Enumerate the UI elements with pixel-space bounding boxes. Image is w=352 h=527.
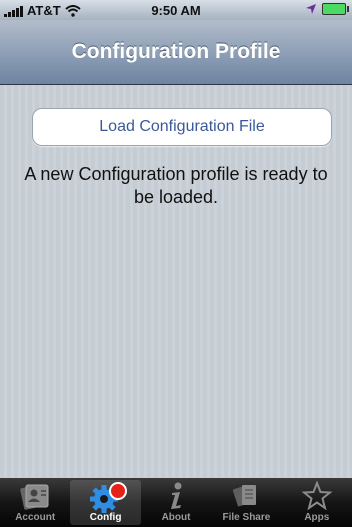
- load-configuration-file-button[interactable]: Load Configuration File: [32, 108, 332, 146]
- file-share-icon: [233, 485, 257, 507]
- tab-apps[interactable]: Apps: [282, 478, 352, 527]
- status-bar: AT&T 9:50 AM: [0, 0, 352, 20]
- tab-about[interactable]: About: [141, 478, 211, 527]
- account-icon: [20, 484, 49, 510]
- tab-config[interactable]: Config: [70, 480, 141, 525]
- info-icon: [171, 482, 182, 509]
- star-icon: [301, 481, 332, 511]
- status-message: A new Configuration profile is ready to …: [24, 164, 328, 207]
- navigation-bar: Configuration Profile: [0, 20, 352, 85]
- battery-icon: [322, 3, 349, 15]
- app-screen: AT&T 9:50 AM Configuration Profile Load …: [0, 0, 352, 527]
- tab-label: Apps: [304, 512, 330, 523]
- tab-bar: Account Config About File Share Apps: [0, 478, 352, 527]
- tab-label: File Share: [222, 512, 271, 523]
- tab-label: About: [161, 512, 191, 523]
- tab-label: Account: [15, 512, 56, 523]
- tab-file-share[interactable]: File Share: [211, 478, 281, 527]
- notification-badge: [108, 482, 127, 500]
- tab-label: Config: [89, 512, 122, 523]
- page-title: Configuration Profile: [71, 40, 281, 63]
- tab-account[interactable]: Account: [0, 478, 70, 527]
- location-arrow-icon: [306, 4, 316, 14]
- clock: 9:50 AM: [151, 3, 201, 18]
